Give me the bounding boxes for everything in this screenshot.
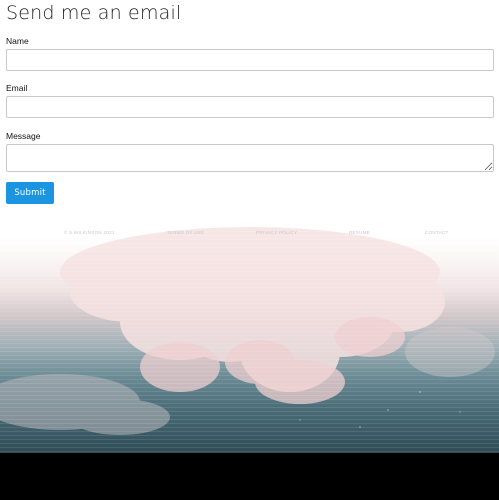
name-input[interactable] xyxy=(6,49,494,71)
contact-form: Send me an email Name Email Message Subm… xyxy=(6,0,494,204)
footer-link-privacy[interactable]: PRIVACY POLICY xyxy=(256,230,297,235)
message-label: Message xyxy=(6,131,41,141)
footer-link-contact[interactable]: CONTACT xyxy=(425,230,449,235)
footer-nav: © S WILKINSON 2021 TERMS OF USE PRIVACY … xyxy=(0,230,499,240)
page: Send me an email Name Email Message Subm… xyxy=(0,0,499,500)
submit-button[interactable]: Submit xyxy=(6,182,54,204)
name-label: Name xyxy=(6,36,29,46)
form-title: Send me an email xyxy=(6,2,182,24)
bottom-black-band xyxy=(0,453,499,500)
message-textarea[interactable] xyxy=(6,144,494,172)
email-label: Email xyxy=(6,83,28,93)
footer-link-terms[interactable]: TERMS OF USE xyxy=(167,230,204,235)
email-input[interactable] xyxy=(6,96,494,118)
footer-copyright: © S WILKINSON 2021 xyxy=(64,230,115,235)
footer-link-resume[interactable]: RESUME xyxy=(349,230,370,235)
cloud-background-image xyxy=(0,227,495,435)
footer-hero: © S WILKINSON 2021 TERMS OF USE PRIVACY … xyxy=(0,212,499,453)
